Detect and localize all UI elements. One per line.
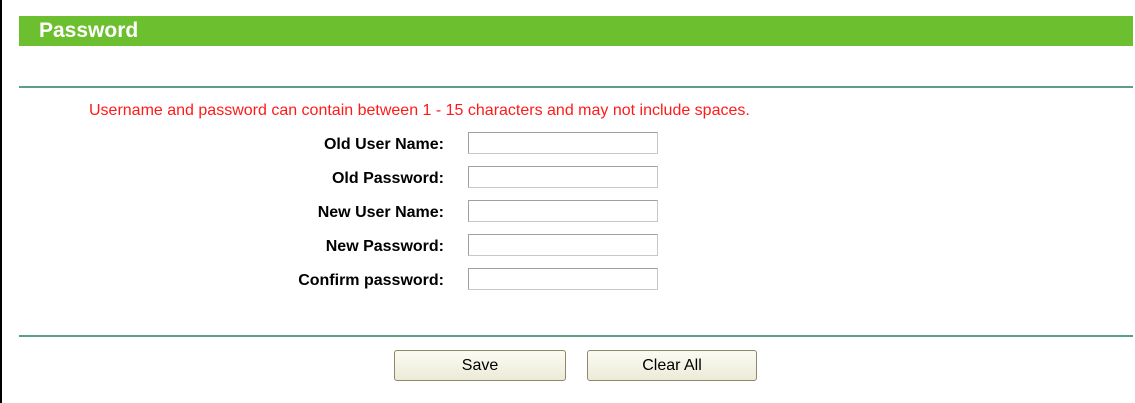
password-panel: Password Username and password can conta… (0, 0, 1135, 403)
new-username-label: New User Name: (317, 204, 444, 221)
section-header: Password (19, 16, 1133, 46)
old-password-label: Old Password: (331, 170, 444, 187)
old-username-label: Old User Name: (323, 136, 444, 153)
divider-bottom (19, 335, 1133, 337)
clear-all-button[interactable]: Clear All (587, 350, 757, 381)
form-row-new-username: New User Name: (2, 200, 702, 224)
old-password-input[interactable] (468, 166, 658, 188)
confirm-password-input[interactable] (468, 268, 658, 290)
confirm-password-label: Confirm password: (298, 272, 444, 289)
save-button[interactable]: Save (394, 350, 566, 381)
requirements-notice: Username and password can contain betwee… (89, 102, 750, 119)
form-row-old-username: Old User Name: (2, 132, 702, 156)
new-username-input[interactable] (468, 200, 658, 222)
section-title: Password (39, 19, 139, 42)
new-password-input[interactable] (468, 234, 658, 256)
new-password-label: New Password: (325, 238, 444, 255)
form-row-confirm-password: Confirm password: (2, 268, 702, 292)
divider-top (19, 86, 1133, 88)
old-username-input[interactable] (468, 132, 658, 154)
form-row-new-password: New Password: (2, 234, 702, 258)
form-row-old-password: Old Password: (2, 166, 702, 190)
